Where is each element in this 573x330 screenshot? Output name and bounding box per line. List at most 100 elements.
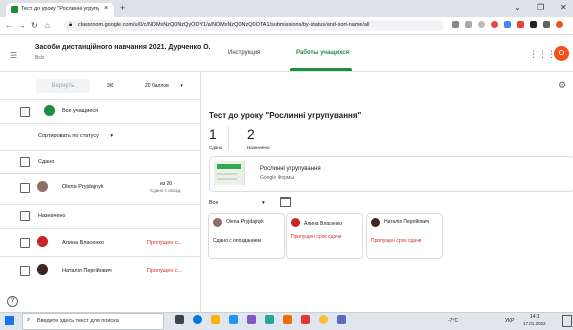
group-icon (44, 105, 55, 116)
card-status: Пропущен срок сдачи (291, 234, 342, 240)
assignment-title: Тест до уроку "Рослинні угрупування" (209, 111, 362, 120)
menu-icon[interactable]: ☰ (10, 51, 17, 60)
folder-icon[interactable] (280, 197, 291, 207)
app-icon[interactable] (337, 315, 346, 324)
forward-arrow-icon[interactable]: → (18, 21, 26, 30)
section-checkbox-submitted[interactable] (20, 157, 30, 167)
tab-close-icon[interactable]: × (104, 5, 108, 12)
card-student-name: Наталія Пергійович (384, 219, 430, 225)
student-status: Сдано с опозд. (150, 188, 182, 193)
user-avatar[interactable]: О (554, 46, 569, 61)
divider (0, 123, 200, 124)
extension-blue-icon[interactable] (504, 21, 511, 28)
select-all-checkbox[interactable] (20, 107, 30, 117)
browser-tab-title: Тест до уроку "Рослинні угрупу (21, 6, 99, 12)
clock-time[interactable]: 14:1 (530, 314, 540, 320)
browser-tab[interactable]: Тест до уроку "Рослинні угрупу × (6, 3, 114, 17)
app-icon[interactable] (301, 315, 310, 324)
gear-icon[interactable]: ⚙ (558, 80, 566, 91)
attachment-type: Google Формы (260, 175, 294, 181)
card-student-name: Olena Pryjdajnyk (226, 219, 264, 225)
filter-select[interactable]: Все ▾ (209, 200, 265, 206)
attachment-title[interactable]: Рослинні угрупування (260, 166, 321, 172)
card-status: Пропущен срок сдачи (371, 238, 422, 244)
assigned-count[interactable]: 2 (247, 126, 255, 142)
windows-start-icon[interactable] (5, 316, 14, 325)
avatar (291, 218, 300, 227)
notifications-icon[interactable] (562, 315, 572, 327)
section-title-assigned: Назначено (38, 213, 66, 219)
attachment-card[interactable] (209, 156, 573, 192)
student-checkbox[interactable] (20, 238, 30, 248)
apps-grid-icon[interactable]: ⋮⋮⋮ (529, 49, 556, 60)
minimize-button[interactable]: ⌄ (514, 3, 521, 12)
classroom-header (0, 35, 573, 72)
student-grade[interactable]: из 20 (160, 181, 172, 187)
student-name[interactable]: Olena Pryjdajnyk (62, 184, 104, 190)
avatar (213, 218, 222, 227)
chrome-icon[interactable] (319, 315, 328, 324)
app-icon[interactable] (247, 315, 256, 324)
filter-label: Все (209, 200, 219, 206)
back-arrow-icon[interactable]: ← (5, 21, 13, 30)
reload-icon[interactable]: ↻ (31, 21, 38, 30)
translate-icon[interactable] (452, 21, 459, 28)
file-explorer-icon[interactable] (211, 315, 220, 324)
form-thumbnail (214, 161, 245, 185)
new-tab-button[interactable]: + (120, 3, 125, 13)
submitted-label: Сдано (209, 145, 223, 150)
window-close-button[interactable]: ✕ (560, 3, 567, 12)
card-status: Сдано с опозданием (213, 238, 261, 244)
student-checkbox[interactable] (20, 183, 30, 193)
extension-dark-icon[interactable] (530, 21, 537, 28)
card-student-name: Алина Власенко (304, 221, 343, 227)
url-bar[interactable]: 🔒︎ classroom.google.com/u/0/c/NDMxNzQ0Nz… (64, 20, 444, 31)
sort-select[interactable]: Сортировать по статусу ▾ (38, 133, 113, 139)
avatar (371, 218, 380, 227)
restore-button[interactable]: ❐ (537, 3, 544, 12)
chevron-down-icon: ▾ (110, 133, 114, 139)
extensions-puzzle-icon[interactable] (543, 21, 550, 28)
course-title[interactable]: Засоби дистанційного навчання 2021. Дурч… (35, 44, 211, 51)
tab-instructions[interactable]: Инструкция (228, 50, 260, 56)
classroom-favicon-icon (11, 6, 18, 13)
active-tab-indicator (290, 68, 352, 71)
student-status: Пропущен с... (147, 268, 183, 274)
tab-student-works[interactable]: Работы учащихся (296, 50, 349, 56)
avatar (37, 236, 48, 247)
edge-icon[interactable] (193, 315, 202, 324)
chevron-down-icon: ▾ (262, 200, 265, 206)
extension-red-icon[interactable] (491, 21, 498, 28)
store-icon[interactable] (229, 315, 238, 324)
avatar (37, 264, 48, 275)
taskbar-search[interactable]: ⌕ Введите здесь текст для поиска (22, 313, 164, 330)
task-view-icon[interactable] (175, 315, 184, 324)
student-checkbox[interactable] (20, 266, 30, 276)
language-indicator[interactable]: УКР (505, 318, 514, 324)
weather-text[interactable]: -7°C (448, 318, 458, 324)
home-icon[interactable]: ⌂ (45, 21, 50, 30)
star-icon[interactable] (478, 21, 485, 28)
app-icon[interactable] (265, 315, 274, 324)
divider (228, 127, 229, 149)
profile-icon[interactable] (556, 21, 563, 28)
submitted-count[interactable]: 1 (209, 126, 217, 142)
divider (0, 173, 200, 174)
taskbar-search-placeholder: Введите здесь текст для поиска (37, 318, 119, 324)
avatar (37, 181, 48, 192)
assigned-label: Назначено (247, 145, 270, 150)
sort-label: Сортировать по статусу (38, 133, 99, 139)
divider (0, 150, 200, 151)
app-icon[interactable] (283, 315, 292, 324)
student-name[interactable]: Наталія Пергійович (62, 268, 112, 274)
section-title-submitted: Сдано (38, 159, 55, 165)
search-icon: ⌕ (27, 317, 31, 323)
clock-date[interactable]: 17.01.2022 (523, 321, 546, 326)
zoom-icon[interactable] (465, 21, 472, 28)
student-name[interactable]: Алина Власенко (62, 240, 104, 246)
help-icon[interactable]: ? (7, 296, 18, 307)
section-checkbox-assigned[interactable] (20, 211, 30, 221)
all-students-label[interactable]: Все учащиеся (62, 108, 98, 114)
extension-mail-icon[interactable] (517, 21, 524, 28)
divider (0, 99, 200, 100)
